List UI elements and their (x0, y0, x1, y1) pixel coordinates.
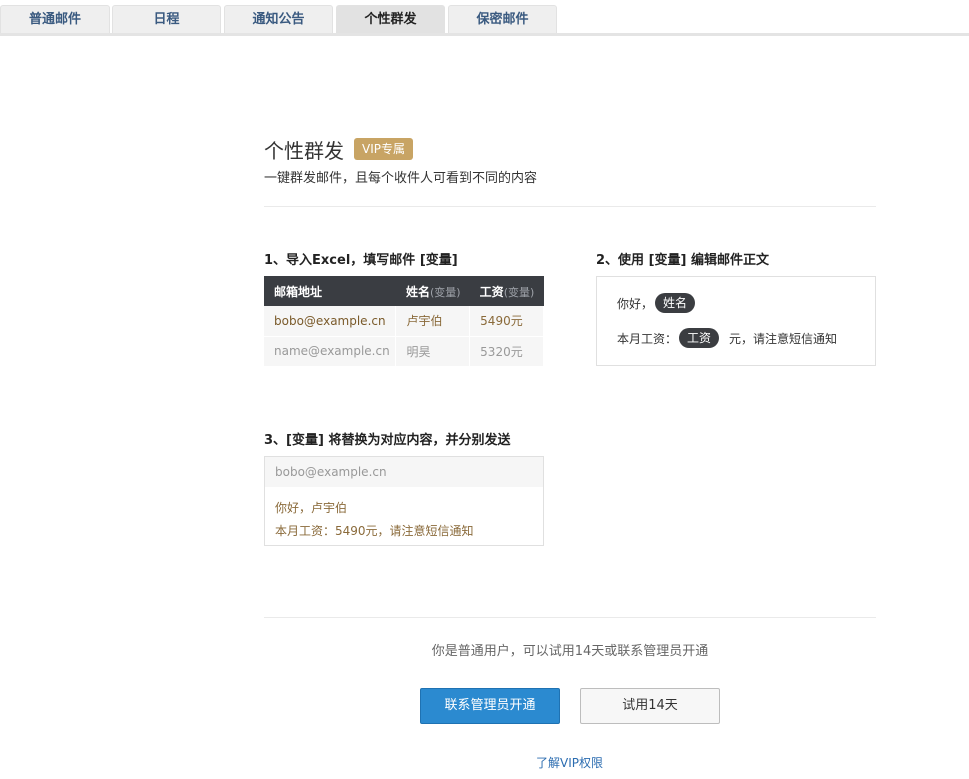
table-cell: name@example.cn (264, 335, 397, 366)
result-line-salary: 本月工资：5490元，请注意短信通知 (275, 524, 474, 538)
tab-personalized-mass[interactable]: 个性群发 (336, 5, 445, 33)
user-notice: 你是普通用户，可以试用14天或联系管理员开通 (431, 644, 709, 659)
table-cell: bobo@example.cn (264, 306, 397, 336)
result-email: bobo@example.cn (265, 457, 543, 487)
tab-confidential-mail[interactable]: 保密邮件 (448, 5, 557, 33)
step3-title: 3、[变量] 将替换为对应内容，并分别发送 (264, 433, 511, 448)
table-row: bobo@example.cn 卢宇伯 5490元 (264, 306, 544, 336)
column-header-name: 姓名(变量) (395, 276, 470, 306)
step2-title: 2、使用 [变量] 编辑邮件正文 (596, 253, 769, 268)
template-preview: 你好， 姓名 本月工资： 工资 元，请注意短信通知 (596, 276, 876, 366)
table-row: name@example.cn 明昊 5320元 (264, 335, 544, 366)
tab-announcement[interactable]: 通知公告 (224, 5, 333, 33)
variable-pill-name: 姓名 (655, 293, 696, 313)
variable-table: 邮箱地址 姓名(变量) 工资(变量) bobo@example.cn 卢宇伯 5… (264, 276, 544, 366)
title-row: 个性群发 VIP专属 (264, 136, 413, 163)
step1-title: 1、导入Excel，填写邮件 [变量] (264, 253, 458, 268)
tab-bar: 普通邮件 日程 通知公告 个性群发 保密邮件 (0, 0, 969, 36)
result-line-greeting: 你好，卢宇伯 (275, 501, 348, 515)
column-header-salary: 工资(变量) (469, 276, 544, 306)
vip-rights-link[interactable]: 了解VIP权限 (536, 754, 603, 771)
template-line-salary: 本月工资： 工资 元，请注意短信通知 (617, 328, 837, 348)
tab-calendar[interactable]: 日程 (112, 5, 221, 33)
contact-admin-button[interactable]: 联系管理员开通 (420, 688, 560, 724)
template-line-greeting: 你好， 姓名 (617, 293, 696, 313)
result-preview: bobo@example.cn 你好，卢宇伯 本月工资：5490元，请注意短信通… (264, 456, 544, 546)
table-cell: 明昊 (395, 335, 471, 366)
table-cell: 5320元 (469, 335, 544, 366)
page-title: 个性群发 (264, 138, 344, 163)
footer-divider (264, 617, 876, 618)
page-subtitle: 一键群发邮件，且每个收件人可看到不同的内容 (264, 171, 538, 186)
variable-pill-salary: 工资 (679, 328, 720, 348)
tab-normal-mail[interactable]: 普通邮件 (0, 5, 110, 33)
column-header-email: 邮箱地址 (264, 276, 396, 306)
trial-button[interactable]: 试用14天 (580, 688, 720, 724)
vip-badge: VIP专属 (354, 138, 413, 160)
header-divider (264, 206, 876, 207)
table-cell: 5490元 (469, 306, 544, 336)
table-cell: 卢宇伯 (395, 306, 471, 336)
